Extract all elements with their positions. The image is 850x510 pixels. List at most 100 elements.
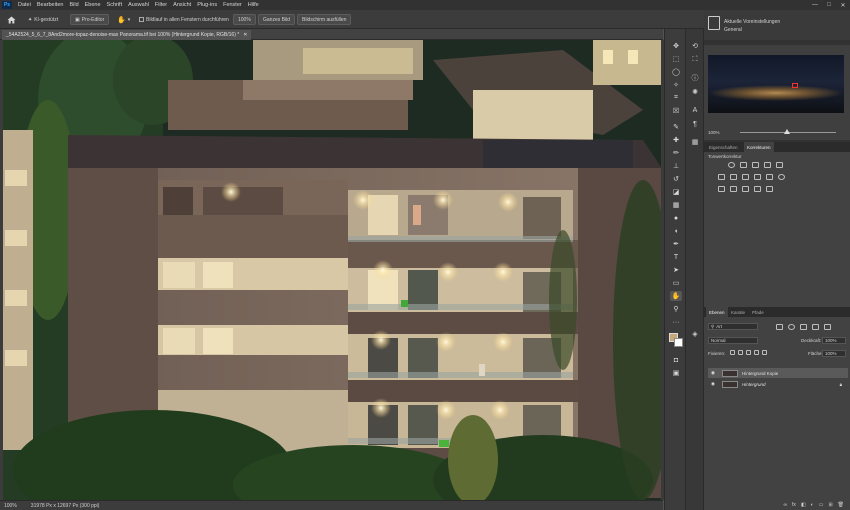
fx-icon[interactable]: fx [792,502,796,508]
blur-icon[interactable]: ● [670,213,682,223]
filter-smart-icon[interactable] [824,324,831,330]
menu-bild[interactable]: Bild [66,2,81,8]
zoom-100-button[interactable]: 100% [233,14,256,25]
tab-ebenen[interactable]: Ebenen [706,307,728,317]
brush-icon[interactable]: ✏ [670,148,682,158]
path-select-icon[interactable]: ➤ [670,265,682,275]
photo-filter-icon[interactable] [754,174,761,180]
tab-kanaele[interactable]: Kanäle [728,307,748,317]
filter-type-icon[interactable] [800,324,807,330]
close-document-icon[interactable]: ✕ [243,32,247,38]
color-lookup-icon[interactable] [778,174,785,180]
eyedropper-icon[interactable]: ✎ [670,122,682,132]
menu-fenster[interactable]: Fenster [220,2,245,8]
menu-hilfe[interactable]: Hilfe [245,2,262,8]
menu-bearbeiten[interactable]: Bearbeiten [34,2,67,8]
black-white-icon[interactable] [742,174,749,180]
menu-filter[interactable]: Filter [152,2,170,8]
healing-icon[interactable]: ✚ [670,135,682,145]
new-layer-icon[interactable]: ⊞ [828,502,832,508]
ai-toggle[interactable]: ✦ KI-gestützt [28,14,58,25]
fill-input[interactable]: 100% [822,350,846,357]
trash-icon[interactable]: 🗑︎ [838,502,844,508]
lock-artboard-icon[interactable] [754,350,759,355]
posterize-icon[interactable] [730,186,737,192]
brightness-icon[interactable] [728,162,735,168]
gradient-map-icon[interactable] [766,186,773,192]
presets-subtitle[interactable]: General [724,27,742,33]
lasso-icon[interactable]: ◯ [670,67,682,77]
selective-color-icon[interactable] [754,186,761,192]
info-icon[interactable]: ⓘ [689,73,701,83]
document-canvas[interactable] [3,40,661,500]
curves-icon[interactable] [752,162,759,168]
magic-wand-icon[interactable]: ✧ [670,80,682,90]
vibrance-icon[interactable] [776,162,783,168]
hand-tool-preset[interactable]: ✋ ▾ [117,14,130,25]
pen-icon[interactable]: ✒ [670,239,682,249]
layer-name[interactable]: Hintergrund [742,382,766,387]
crop-icon[interactable]: ⌗ [670,93,682,103]
layer-filter-select[interactable]: ⚲ Art [708,323,758,330]
fit-screen-button[interactable]: Ganzes Bild [258,14,295,25]
menu-auswahl[interactable]: Auswahl [125,2,152,8]
hue-saturation-icon[interactable] [718,174,725,180]
slider-thumb[interactable] [784,129,790,134]
frame-icon[interactable]: ☒ [670,106,682,116]
stamp-icon[interactable]: ⊥ [670,161,682,171]
brush-presets-icon[interactable]: ✺ [689,87,701,97]
menu-ansicht[interactable]: Ansicht [170,2,194,8]
layer-row[interactable]: ◉ Hintergrund 🔒︎ [708,379,848,389]
lock-image-icon[interactable] [738,350,743,355]
scroll-all-checkbox[interactable]: Bildlauf in allen Fenstern durchführen [139,14,229,25]
color-balance-icon[interactable] [730,174,737,180]
quick-mask-icon[interactable]: ◘ [670,355,682,365]
layers-icon[interactable]: ◈ [689,329,701,339]
close-window-button[interactable]: ✕ [836,2,850,9]
status-zoom[interactable]: 100% [4,503,17,509]
gradient-icon[interactable]: ▦ [670,200,682,210]
link-icon[interactable]: ∞ [783,502,787,508]
tab-pfade[interactable]: Pfade [749,307,767,317]
navigator-zoom-value[interactable]: 100% [708,130,720,135]
fill-screen-button[interactable]: Bildschirm ausfüllen [297,14,352,25]
menu-plug-ins[interactable]: Plug-ins [194,2,220,8]
blend-mode-select[interactable]: Normal [708,337,758,344]
levels-icon[interactable] [740,162,747,168]
adjustment-layer-icon[interactable]: ◐ [811,502,814,508]
navigator-icon[interactable]: ⛶ [689,55,701,65]
layer-name[interactable]: Hintergrund Kopie [742,371,778,376]
tab-korrekturen[interactable]: Korrekturen [744,142,774,152]
minimize-button[interactable]: — [808,2,822,9]
pro-editor-button[interactable]: ▣ Pro-Editor [70,14,110,25]
document-tab[interactable]: _54A2524_5_6_7_8And2more-topaz-denoise-m… [2,30,252,40]
screen-mode-icon[interactable]: ▣ [670,368,682,378]
menu-datei[interactable]: Datei [15,2,34,8]
move-icon[interactable]: ✥ [670,41,682,51]
history-icon[interactable]: ⟲ [689,41,701,51]
character-icon[interactable]: A [689,105,701,115]
menu-schrift[interactable]: Schrift [104,2,126,8]
threshold-icon[interactable] [742,186,749,192]
marquee-icon[interactable]: ⬚ [670,54,682,64]
navigator-view-box[interactable] [792,83,798,88]
maximize-button[interactable]: □ [822,2,836,9]
dodge-icon[interactable]: ◖ [670,226,682,236]
filter-adjust-icon[interactable] [788,324,795,330]
shape-icon[interactable]: ▭ [670,278,682,288]
tab-eigenschaften[interactable]: Eigenschaften [706,142,741,152]
exposure-icon[interactable] [764,162,771,168]
home-button[interactable] [7,14,16,25]
layer-row[interactable]: ◉ Hintergrund Kopie [708,368,848,378]
lock-all-icon[interactable] [762,350,767,355]
filter-shape-icon[interactable] [812,324,819,330]
invert-icon[interactable] [718,186,725,192]
group-icon[interactable]: ▭ [819,502,824,508]
filter-pixel-icon[interactable] [776,324,783,330]
eye-icon[interactable]: ◉ [708,370,718,376]
zoom-icon[interactable]: ⚲ [670,304,682,314]
eye-icon[interactable]: ◉ [708,381,718,387]
navigator-thumbnail[interactable] [708,55,844,113]
menu-ebene[interactable]: Ebene [82,2,104,8]
history-brush-icon[interactable]: ↺ [670,174,682,184]
